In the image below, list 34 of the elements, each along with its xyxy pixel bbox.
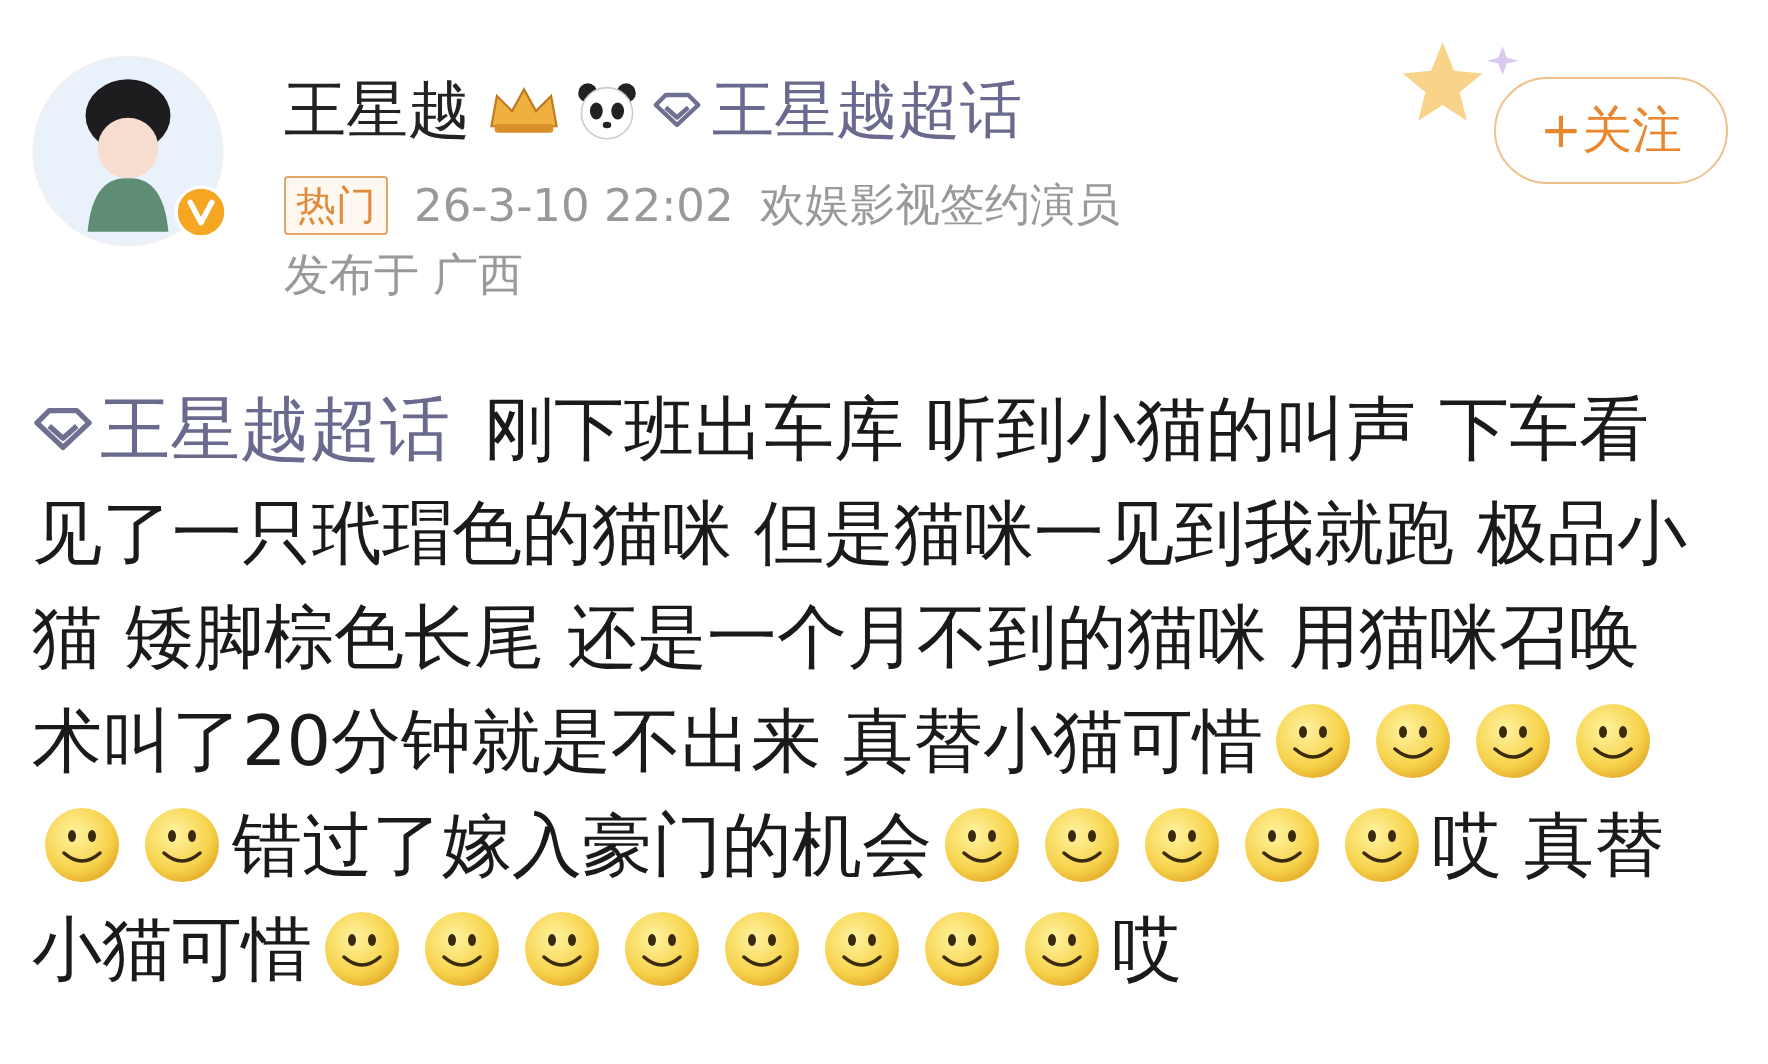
post-text: 哎 真替 bbox=[1432, 803, 1665, 888]
diamond-icon bbox=[32, 406, 94, 452]
smiley-icon bbox=[1042, 805, 1122, 885]
smiley-icon bbox=[142, 805, 222, 885]
smiley-icon bbox=[422, 909, 502, 989]
post-location: 发布于 广西 bbox=[284, 247, 524, 303]
smiley-icon bbox=[922, 909, 1002, 989]
author-title: 欢娱影视签约演员 bbox=[759, 177, 1120, 233]
post-time: 26-3-10 22:02 bbox=[414, 178, 734, 232]
post-text: 错过了嫁入豪门的机会 bbox=[232, 803, 932, 888]
smiley-icon bbox=[322, 909, 402, 989]
smiley-icon bbox=[522, 909, 602, 989]
post-text: 刚下班出车库 听到小猫的叫声 下车看 bbox=[484, 387, 1649, 472]
smiley-icon bbox=[942, 805, 1022, 885]
topic-link[interactable]: 王星越超话 bbox=[32, 377, 450, 481]
smiley-icon bbox=[1242, 805, 1322, 885]
hot-tag: 热门 bbox=[284, 175, 388, 235]
post-text: 见了一只玳瑁色的猫咪 但是猫咪一见到我就跑 极品小 bbox=[32, 491, 1687, 576]
smiley-icon bbox=[822, 909, 902, 989]
smiley-icon bbox=[622, 909, 702, 989]
smiley-icon bbox=[1142, 805, 1222, 885]
post-text: 猫 矮脚棕色长尾 还是一个月不到的猫咪 用猫咪召唤 bbox=[32, 595, 1639, 680]
topic-link[interactable]: 王星越超话 bbox=[652, 68, 1022, 152]
post-text: 小猫可惜 bbox=[32, 907, 312, 992]
diamond-icon bbox=[652, 91, 702, 129]
smiley-icon bbox=[42, 805, 122, 885]
post-text: 术叫了20分钟就是不出来 真替小猫可惜 bbox=[32, 699, 1264, 784]
smiley-icon bbox=[1022, 909, 1102, 989]
follow-button[interactable]: +关注 bbox=[1494, 77, 1728, 184]
smiley-icon bbox=[1342, 805, 1422, 885]
post-text: 哎 bbox=[1112, 907, 1182, 992]
smiley-icon bbox=[722, 909, 802, 989]
author-name[interactable]: 王星越 bbox=[284, 68, 470, 152]
avatar[interactable] bbox=[32, 55, 224, 247]
